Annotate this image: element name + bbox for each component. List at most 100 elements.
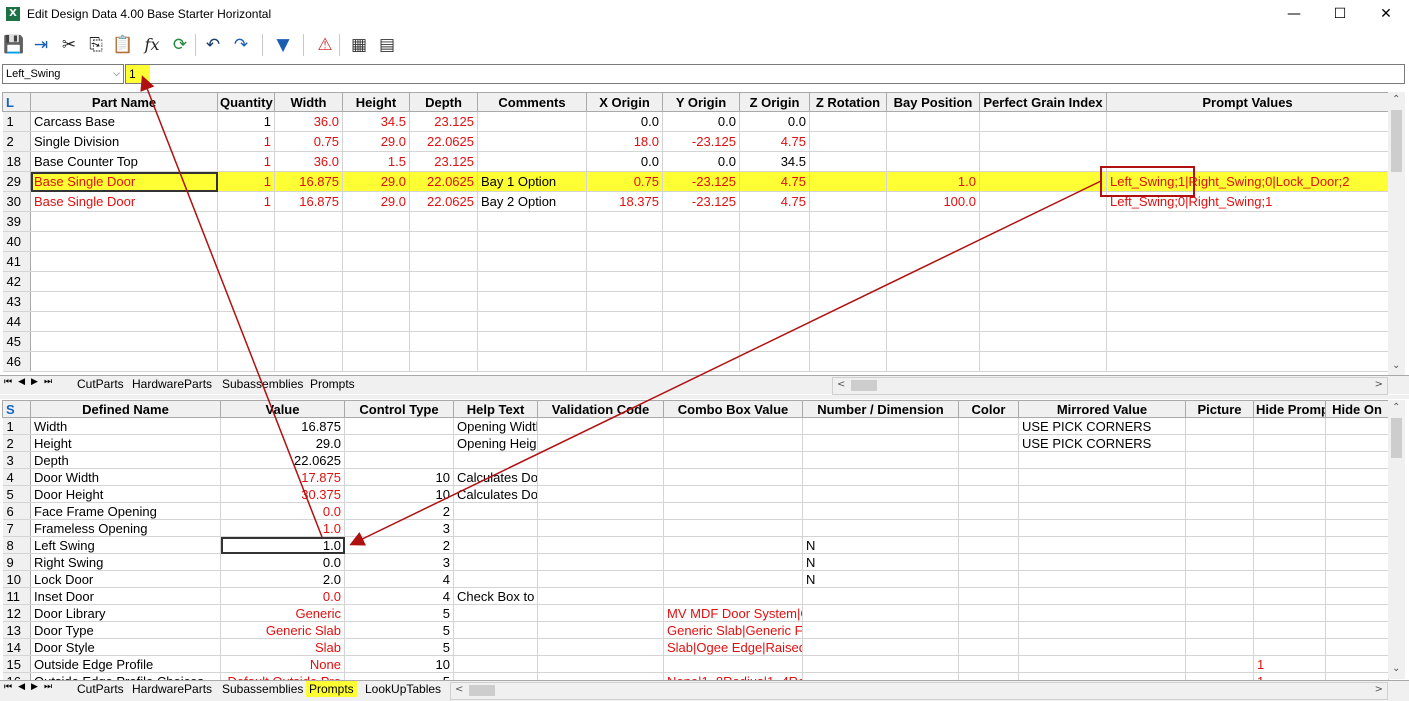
grid-cell[interactable]: -23.125 [662, 191, 740, 212]
grid-cell[interactable]: 4 [344, 570, 454, 588]
scroll-right-arrow-icon[interactable]: > [1375, 379, 1383, 390]
grid-cell[interactable] [1325, 417, 1389, 435]
grid-cell[interactable]: 2 [344, 536, 454, 554]
grid-cell[interactable]: Bay 1 Option [477, 171, 587, 192]
grid-cell[interactable] [274, 311, 343, 332]
grid-cell[interactable]: 0.0 [662, 151, 740, 172]
grid-cell[interactable] [342, 291, 410, 312]
grid-cell[interactable] [958, 417, 1019, 435]
grid-cell[interactable] [958, 468, 1019, 486]
grid-cell[interactable] [537, 468, 664, 486]
grid-cell[interactable] [453, 570, 538, 588]
grid-cell[interactable] [30, 231, 218, 252]
grid-cell[interactable]: 36.0 [274, 111, 343, 132]
grid-cell[interactable] [663, 655, 803, 673]
grid-cell[interactable]: 1.5 [342, 151, 410, 172]
grid-cell[interactable] [1325, 468, 1389, 486]
grid-cell[interactable] [1253, 485, 1326, 503]
grid-cell[interactable] [453, 638, 538, 656]
grid-cell[interactable] [1018, 587, 1186, 605]
grid-cell[interactable]: 29.0 [342, 131, 410, 152]
grid-cell[interactable] [409, 251, 478, 272]
grid-cell[interactable] [802, 485, 959, 503]
row-header[interactable]: 15 [2, 655, 31, 673]
grid-cell[interactable] [979, 311, 1107, 332]
grid-cell[interactable] [1018, 621, 1186, 639]
grid-cell[interactable] [1018, 502, 1186, 520]
table-row[interactable]: 5Door Height30.37510Calculates Door Heig… [2, 485, 1389, 503]
grid-cell[interactable] [537, 485, 664, 503]
grid-cell[interactable] [802, 468, 959, 486]
grid-cell[interactable] [958, 655, 1019, 673]
grid-cell[interactable]: 22.0625 [409, 191, 478, 212]
sheet-tab-cutparts[interactable]: CutParts [74, 376, 127, 392]
grid-cell[interactable] [1106, 331, 1389, 352]
scroll-up-arrow-icon[interactable]: ⌃ [1392, 94, 1400, 105]
chevron-down-icon[interactable]: ⌵ [113, 65, 120, 83]
grid-cell[interactable]: 0.0 [220, 502, 345, 520]
grid-cell[interactable] [886, 111, 980, 132]
grid-cell[interactable] [958, 519, 1019, 537]
grid-cell[interactable] [274, 291, 343, 312]
grid-cell[interactable] [537, 621, 664, 639]
grid-cell[interactable] [477, 351, 587, 372]
grid-cell[interactable] [342, 211, 410, 232]
row-header[interactable]: 40 [2, 231, 31, 252]
grid-cell[interactable] [886, 291, 980, 312]
grid-cell[interactable] [586, 231, 663, 252]
row-header[interactable]: 1 [2, 417, 31, 435]
grid-cell[interactable]: Left_Swing;0|Right_Swing;1 [1106, 191, 1389, 212]
grid-cell[interactable]: 22.0625 [409, 171, 478, 192]
row-header[interactable]: 3 [2, 451, 31, 469]
scroll-down-arrow-icon[interactable]: ⌄ [1392, 360, 1400, 371]
grid-cell[interactable] [274, 271, 343, 292]
table-row[interactable]: 43 [2, 291, 1389, 312]
grid-cell[interactable] [979, 231, 1107, 252]
column-header[interactable]: Y Origin [662, 92, 740, 112]
table-row[interactable]: 14Door StyleSlab5 Slab|Ogee Edge|Raised P… [2, 638, 1389, 656]
grid-cell[interactable] [1325, 638, 1389, 656]
grid-cell[interactable] [958, 604, 1019, 622]
grid-cell[interactable]: 2.0 [220, 570, 345, 588]
row-header[interactable]: 43 [2, 291, 31, 312]
grid-cell[interactable]: MV MDF Door System|Generic|Cal Door|Walz… [663, 604, 803, 622]
grid-cell[interactable] [958, 536, 1019, 554]
grid-cell[interactable] [274, 251, 343, 272]
scroll-right-arrow-icon[interactable]: > [1375, 684, 1383, 695]
grid-cell[interactable] [663, 502, 803, 520]
grid-cell[interactable] [1253, 621, 1326, 639]
column-header[interactable]: Value [220, 400, 345, 418]
grid-cell[interactable]: 0.0 [662, 111, 740, 132]
grid-cell[interactable] [809, 151, 887, 172]
grid-cell[interactable] [662, 211, 740, 232]
grid-cell[interactable]: N [802, 570, 959, 588]
column-header[interactable]: Mirrored Value [1018, 400, 1186, 418]
row-header[interactable]: 44 [2, 311, 31, 332]
grid-cell[interactable]: -23.125 [662, 171, 740, 192]
row-header[interactable]: 39 [2, 211, 31, 232]
grid-cell[interactable] [30, 251, 218, 272]
pane-splitter[interactable] [0, 395, 1409, 399]
grid-cell[interactable] [802, 587, 959, 605]
table-row[interactable]: 9 Right Swing 0.0 3 N [2, 553, 1389, 571]
sheet-tab-hardwareparts[interactable]: HardwareParts [129, 376, 215, 392]
grid-cell[interactable] [477, 111, 587, 132]
grid-cell[interactable] [958, 621, 1019, 639]
table-row[interactable]: 46 [2, 351, 1389, 372]
grid-cell[interactable] [217, 231, 275, 252]
grid-cell[interactable] [1018, 485, 1186, 503]
grid-cell[interactable]: 0.0 [586, 151, 663, 172]
row-header[interactable]: 18 [2, 151, 31, 172]
grid-cell[interactable] [217, 211, 275, 232]
grid-cell[interactable]: Base Counter Top [30, 151, 218, 172]
grid-cell[interactable] [1018, 570, 1186, 588]
grid-cell[interactable] [739, 211, 810, 232]
grid-cell[interactable] [663, 468, 803, 486]
row-header[interactable]: 11 [2, 587, 31, 605]
grid-cell[interactable] [739, 231, 810, 252]
grid-cell[interactable]: 0.0 [220, 587, 345, 605]
grid-cell[interactable] [886, 151, 980, 172]
grid-cell[interactable] [1185, 417, 1254, 435]
grid-cell[interactable] [958, 502, 1019, 520]
grid-cell[interactable] [1325, 519, 1389, 537]
